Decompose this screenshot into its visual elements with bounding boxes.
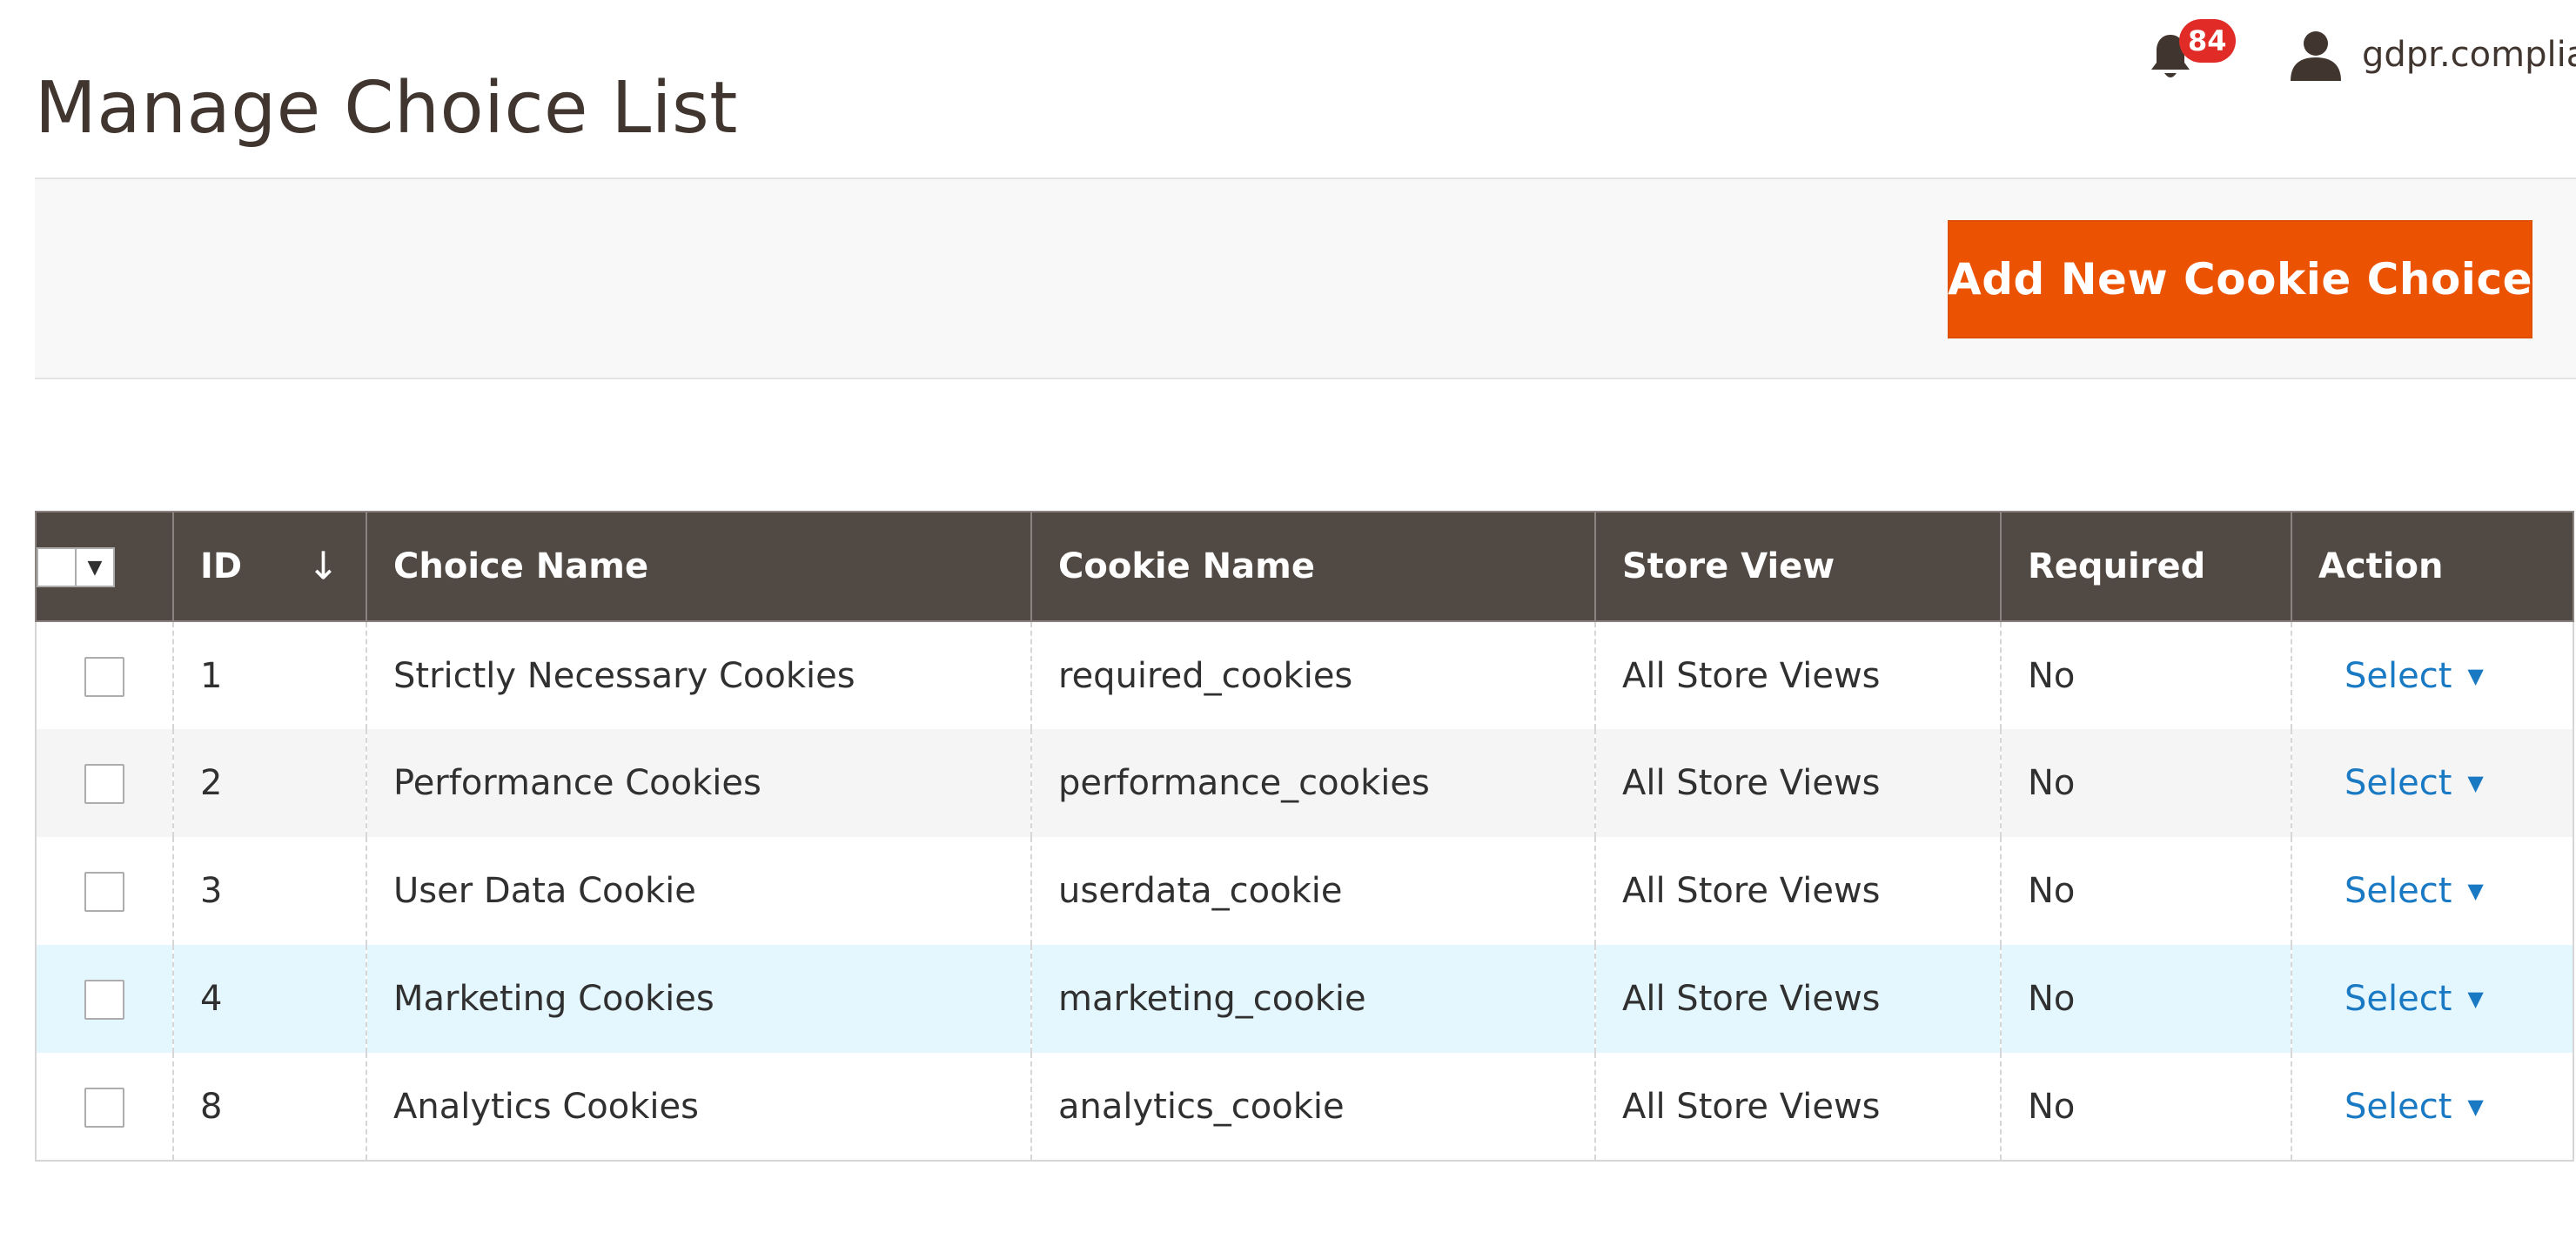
user-account-menu[interactable]: gdpr.compliance ▼ xyxy=(2289,16,2576,94)
row-checkbox[interactable] xyxy=(84,1087,124,1128)
cell-id: 4 xyxy=(172,945,367,1053)
row-action-select[interactable]: Select ▼ xyxy=(2345,1087,2484,1127)
table-row[interactable]: 1 Strictly Necessary Cookies required_co… xyxy=(35,621,2574,729)
chevron-down-icon: ▼ xyxy=(2467,1094,2484,1119)
add-new-cookie-choice-button[interactable]: Add New Cookie Choice xyxy=(1948,220,2532,338)
select-label: Select xyxy=(2345,655,2452,696)
chevron-down-icon: ▼ xyxy=(2467,771,2484,795)
cell-choice-name: User Data Cookie xyxy=(366,837,1032,945)
cell-cookie-name: analytics_cookie xyxy=(1030,1053,1596,1162)
mass-select-checkbox[interactable] xyxy=(38,549,77,586)
row-select-cell xyxy=(35,621,174,729)
table-row[interactable]: 8 Analytics Cookies analytics_cookie All… xyxy=(35,1053,2574,1162)
chevron-down-icon: ▼ xyxy=(2467,879,2484,903)
cell-cookie-name: userdata_cookie xyxy=(1030,837,1596,945)
mass-select-header: ▼ xyxy=(35,511,174,622)
column-header-choice-name[interactable]: Choice Name xyxy=(366,511,1032,622)
cell-required: No xyxy=(2000,621,2292,729)
row-checkbox[interactable] xyxy=(84,872,124,912)
column-header-action: Action xyxy=(2291,511,2574,622)
cell-cookie-name: required_cookies xyxy=(1030,621,1596,729)
cell-action: Select ▼ xyxy=(2291,1053,2574,1162)
user-name: gdpr.compliance xyxy=(2362,35,2576,75)
row-checkbox[interactable] xyxy=(84,656,124,697)
cell-action: Select ▼ xyxy=(2291,621,2574,729)
notifications-button[interactable]: 84 xyxy=(2150,16,2254,94)
cell-choice-name: Marketing Cookies xyxy=(366,945,1032,1053)
mass-select-dropdown[interactable]: ▼ xyxy=(37,547,115,587)
cell-required: No xyxy=(2000,837,2292,945)
cell-cookie-name: performance_cookies xyxy=(1030,729,1596,837)
cell-store-view: All Store Views xyxy=(1594,837,2002,945)
column-header-store-view[interactable]: Store View xyxy=(1594,511,2002,622)
choice-grid: ▼ ID ↓ Choice Name Cookie Name Store Vie… xyxy=(35,511,2574,1162)
cell-action: Select ▼ xyxy=(2291,837,2574,945)
cell-id: 3 xyxy=(172,837,367,945)
chevron-down-icon: ▼ xyxy=(87,556,103,579)
header-actions: 84 gdpr.compliance ▼ xyxy=(2150,16,2576,94)
select-label: Select xyxy=(2345,871,2452,911)
cell-id: 1 xyxy=(172,621,367,729)
notification-count-badge: 84 xyxy=(2179,19,2236,63)
table-row[interactable]: 4 Marketing Cookies marketing_cookie All… xyxy=(35,945,2574,1053)
cell-store-view: All Store Views xyxy=(1594,729,2002,837)
grid-header-row: ▼ ID ↓ Choice Name Cookie Name Store Vie… xyxy=(35,511,2574,622)
column-header-cookie-name[interactable]: Cookie Name xyxy=(1030,511,1596,622)
cell-required: No xyxy=(2000,945,2292,1053)
cell-choice-name: Analytics Cookies xyxy=(366,1053,1032,1162)
chevron-down-icon: ▼ xyxy=(2467,987,2484,1011)
table-row[interactable]: 2 Performance Cookies performance_cookie… xyxy=(35,729,2574,837)
sort-descending-icon: ↓ xyxy=(307,544,339,589)
select-label: Select xyxy=(2345,763,2452,803)
row-select-cell xyxy=(35,1053,174,1162)
cell-store-view: All Store Views xyxy=(1594,621,2002,729)
row-action-select[interactable]: Select ▼ xyxy=(2345,763,2484,803)
column-header-id[interactable]: ID ↓ xyxy=(172,511,367,622)
row-action-select[interactable]: Select ▼ xyxy=(2345,979,2484,1019)
row-checkbox[interactable] xyxy=(84,764,124,804)
cell-store-view: All Store Views xyxy=(1594,1053,2002,1162)
table-row[interactable]: 3 User Data Cookie userdata_cookie All S… xyxy=(35,837,2574,945)
cell-id: 2 xyxy=(172,729,367,837)
cell-action: Select ▼ xyxy=(2291,729,2574,837)
select-label: Select xyxy=(2345,1086,2452,1127)
column-header-label: ID xyxy=(200,546,243,586)
page-title: Manage Choice List xyxy=(35,66,738,150)
cell-required: No xyxy=(2000,1053,2292,1162)
cell-choice-name: Strictly Necessary Cookies xyxy=(366,621,1032,729)
user-icon xyxy=(2291,31,2341,81)
cell-id: 8 xyxy=(172,1053,367,1162)
cell-action: Select ▼ xyxy=(2291,945,2574,1053)
cell-cookie-name: marketing_cookie xyxy=(1030,945,1596,1053)
chevron-down-icon: ▼ xyxy=(2467,663,2484,688)
cell-choice-name: Performance Cookies xyxy=(366,729,1032,837)
select-label: Select xyxy=(2345,979,2452,1019)
cell-required: No xyxy=(2000,729,2292,837)
row-select-cell xyxy=(35,945,174,1053)
row-action-select[interactable]: Select ▼ xyxy=(2345,871,2484,911)
row-select-cell xyxy=(35,837,174,945)
row-select-cell xyxy=(35,729,174,837)
row-action-select[interactable]: Select ▼ xyxy=(2345,656,2484,696)
column-header-required[interactable]: Required xyxy=(2000,511,2292,622)
cell-store-view: All Store Views xyxy=(1594,945,2002,1053)
row-checkbox[interactable] xyxy=(84,980,124,1020)
